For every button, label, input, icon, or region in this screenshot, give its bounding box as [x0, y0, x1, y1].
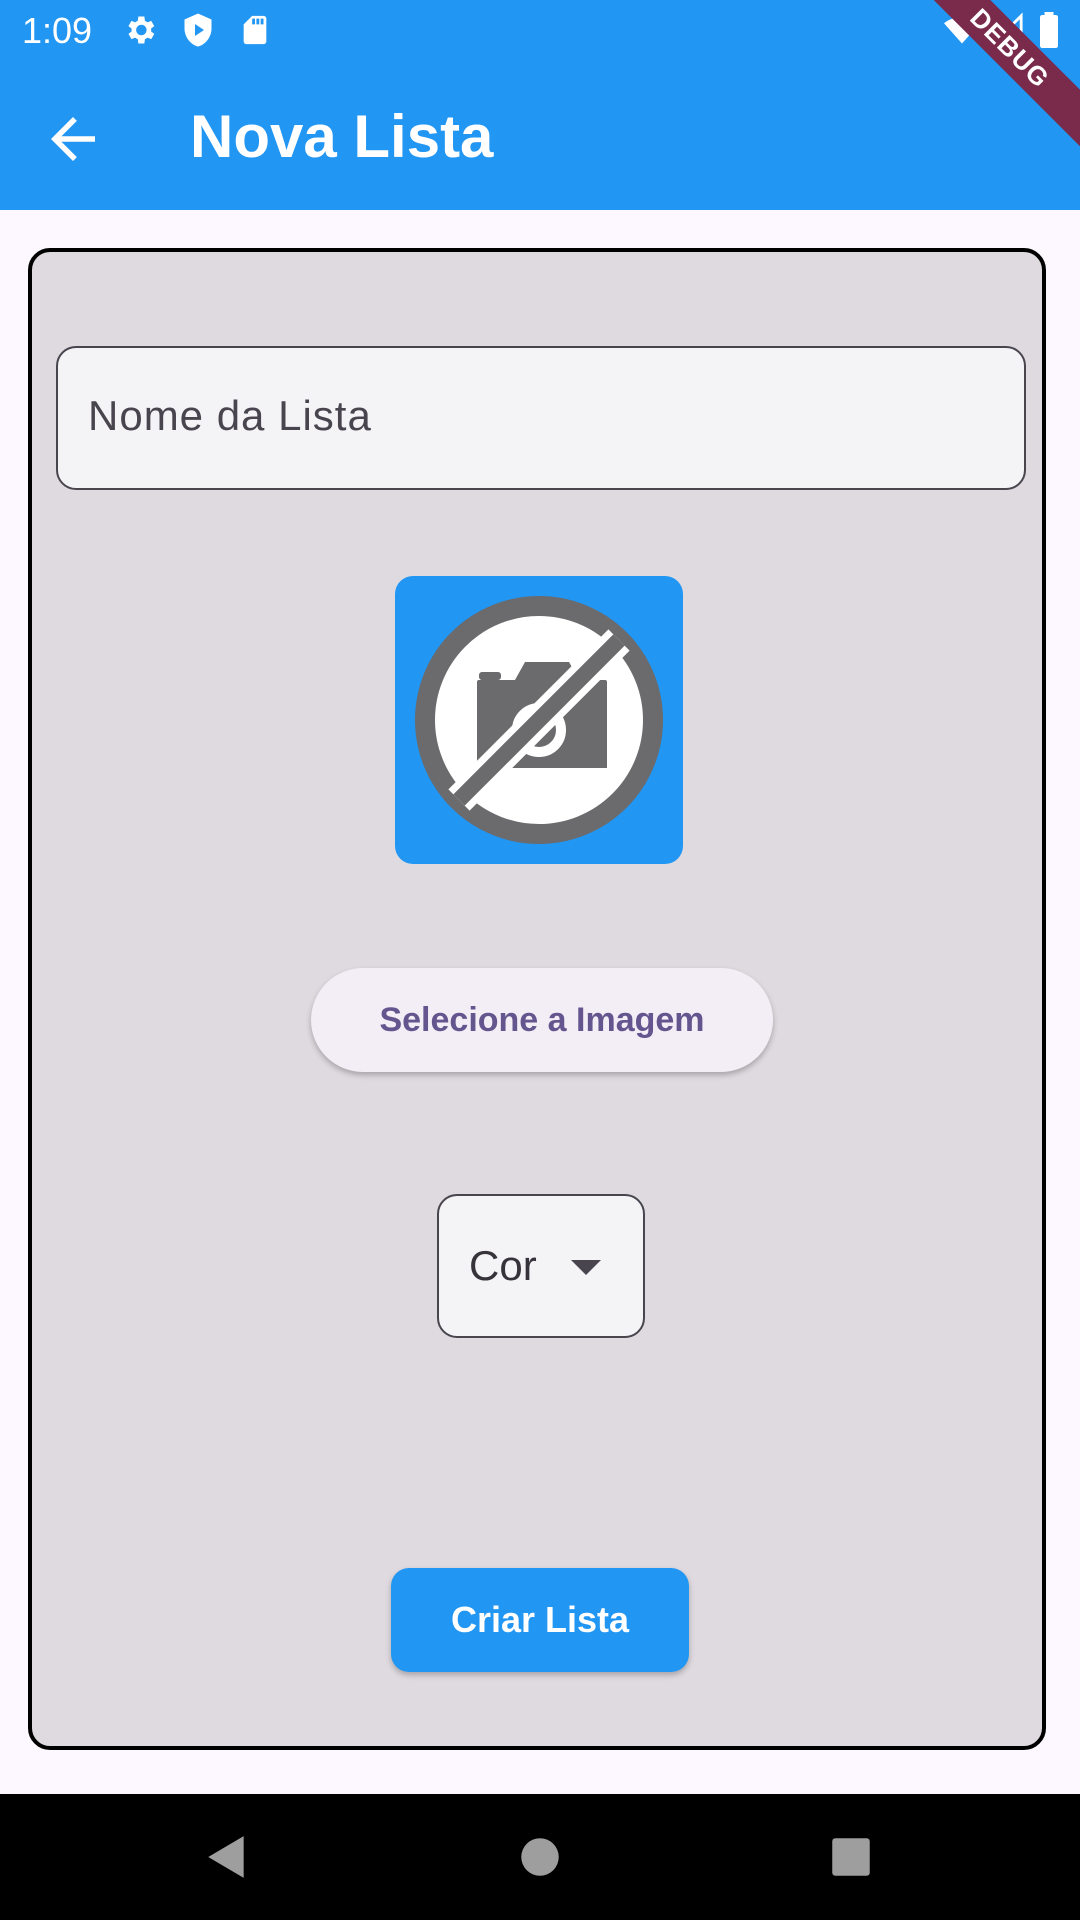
home-circle-icon[interactable]: [515, 1832, 565, 1882]
page-title: Nova Lista: [190, 103, 494, 170]
system-nav-bar: [0, 1794, 1080, 1920]
list-name-placeholder: Nome da Lista: [88, 392, 372, 439]
no-photography-icon: [415, 596, 663, 844]
select-image-button[interactable]: Selecione a Imagem: [311, 968, 773, 1072]
create-list-button[interactable]: Criar Lista: [391, 1568, 689, 1672]
form-card: Nome da Lista Selecione a Imagem Cor Cri…: [28, 248, 1046, 1750]
recents-square-icon[interactable]: [826, 1832, 876, 1882]
arrow-drop-down-icon: [571, 1260, 601, 1281]
back-button[interactable]: [40, 106, 106, 172]
color-dropdown[interactable]: Cor: [437, 1194, 645, 1338]
list-image-preview: [395, 576, 683, 864]
color-dropdown-label: Cor: [469, 1242, 537, 1289]
app-bar: Nova Lista: [0, 64, 1080, 210]
list-name-field[interactable]: Nome da Lista: [56, 346, 1026, 490]
arrow-back-icon: [51, 117, 95, 161]
shield-play-icon: [180, 12, 216, 53]
status-time: 1:09: [22, 10, 93, 51]
back-triangle-icon[interactable]: [202, 1832, 252, 1882]
gear-icon: [122, 12, 158, 53]
sd-card-icon: [238, 12, 272, 53]
battery-icon: [1038, 12, 1060, 53]
status-bar: 1:09: [0, 0, 1080, 64]
